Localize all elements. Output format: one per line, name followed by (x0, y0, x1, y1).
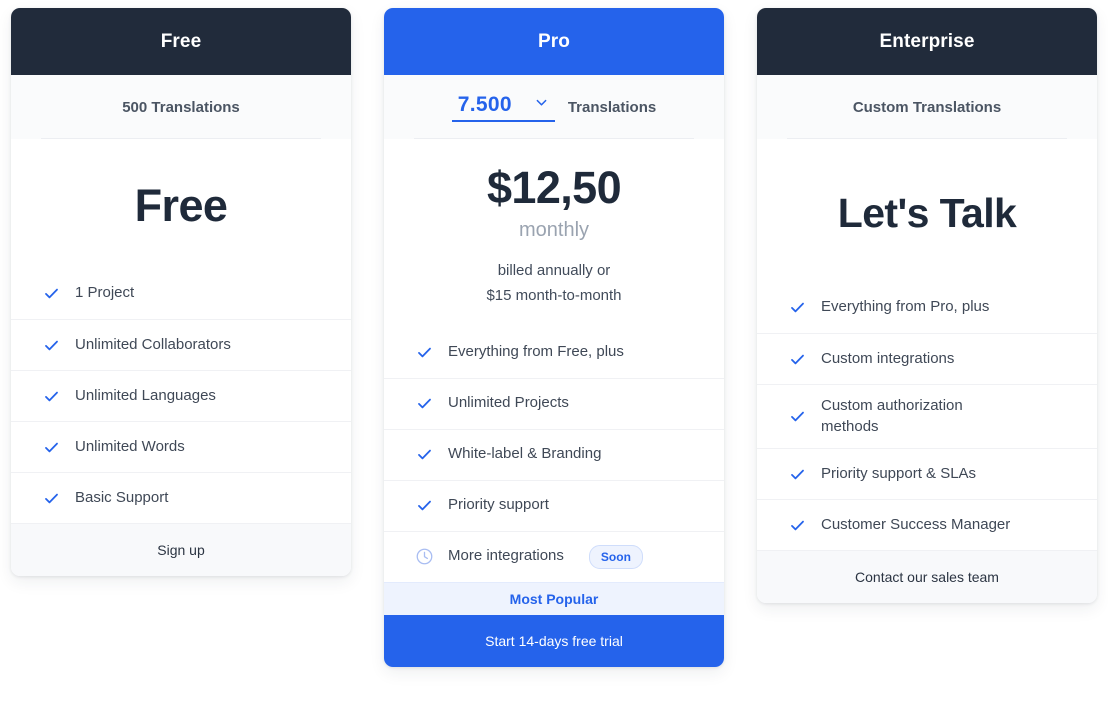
price-note-line-2: $15 month-to-month (486, 286, 622, 304)
plan-header-enterprise: Enterprise (757, 8, 1097, 75)
pricing-card-enterprise: Enterprise Custom Translations Let's Tal… (757, 8, 1097, 603)
list-item: Everything from Free, plus (384, 327, 724, 378)
pricing-card-pro: Pro 7.500 Translations $12,50 monthly bi… (384, 8, 724, 667)
feature-label: 1 Project (75, 284, 135, 302)
check-icon (41, 386, 61, 406)
plan-name-free: Free (160, 30, 202, 52)
price-amount-free: Free (134, 180, 228, 231)
feature-label: More integrations (448, 547, 564, 565)
status-badge: Soon (588, 544, 643, 569)
list-item: Unlimited Collaborators (11, 319, 351, 370)
check-icon (41, 488, 61, 508)
price-note-line-1: billed annually or (497, 262, 611, 279)
list-item: Customer Success Manager (757, 499, 1097, 550)
list-item: Unlimited Words (11, 421, 351, 472)
pricing-card-free: Free 500 Translations Free 1 Project Unl… (11, 8, 351, 576)
contact-sales-button[interactable]: Contact our sales team (757, 550, 1097, 603)
plan-header-pro: Pro (384, 8, 724, 75)
list-item: Priority support & SLAs (757, 448, 1097, 499)
feature-label: Unlimited Languages (75, 386, 216, 404)
feature-label: Priority support (448, 496, 549, 514)
price-block-pro: $12,50 monthly billed annually or $15 mo… (384, 139, 724, 327)
feature-label: Unlimited Collaborators (75, 335, 231, 353)
start-free-trial-button[interactable]: Start 14-days free trial (384, 614, 724, 667)
feature-label: Everything from Pro, plus (821, 298, 990, 316)
plan-name-enterprise: Enterprise (879, 30, 975, 52)
plan-header-free: Free (11, 8, 351, 75)
feature-label: Customer Success Manager (821, 515, 1011, 533)
feature-label: Custom integrations (821, 349, 955, 367)
price-amount-pro: $12,50 (486, 162, 622, 213)
list-item: Priority support (384, 479, 724, 531)
feature-list-free: 1 Project Unlimited Collaborators Unlimi… (11, 268, 351, 523)
check-icon (414, 445, 434, 465)
check-icon (787, 349, 807, 369)
most-popular-banner: Most Popular (384, 581, 724, 615)
check-icon (787, 298, 807, 318)
price-note-pro: billed annually or $15 month-to-month (486, 259, 621, 309)
quota-band-enterprise: Custom Translations (757, 75, 1097, 139)
list-item: Everything from Pro, plus (757, 282, 1097, 333)
list-item: Basic Support (11, 472, 351, 523)
check-icon (41, 284, 61, 304)
feature-list-enterprise: Everything from Pro, plus Custom integra… (757, 282, 1097, 550)
check-icon (787, 407, 807, 427)
feature-label: Unlimited Words (75, 437, 185, 455)
list-item: Custom integrations (757, 333, 1097, 384)
check-icon (787, 515, 807, 535)
quota-band-free: 500 Translations (11, 75, 351, 139)
translations-label-pro: Translations (567, 98, 657, 116)
chevron-down-icon (534, 95, 549, 115)
check-icon (41, 437, 61, 457)
price-amount-enterprise: Let's Talk (837, 190, 1017, 236)
feature-label: Unlimited Projects (448, 394, 569, 412)
translations-quota-value: 7.500 (457, 92, 512, 116)
feature-label: White-label & Branding (448, 445, 602, 463)
list-item: More integrations Soon (384, 530, 724, 582)
price-period-pro: monthly (518, 219, 590, 241)
list-item: 1 Project (11, 268, 351, 319)
quota-text-enterprise: Custom Translations (852, 98, 1002, 116)
feature-label: Priority support & SLAs (821, 464, 977, 482)
list-item: White-label & Branding (384, 428, 724, 480)
plan-name-pro: Pro (538, 30, 570, 52)
price-block-enterprise: Let's Talk (757, 139, 1097, 282)
quota-text-free: 500 Translations (122, 98, 240, 116)
feature-label: Basic Support (75, 488, 169, 506)
list-item: Unlimited Languages (11, 370, 351, 421)
signup-button[interactable]: Sign up (11, 523, 351, 576)
check-icon (787, 464, 807, 484)
clock-icon (414, 547, 434, 567)
feature-label: Custom authorization methods (821, 397, 963, 435)
check-icon (414, 394, 434, 414)
list-item: Unlimited Projects (384, 377, 724, 429)
list-item: Custom authorization methods (757, 384, 1097, 448)
feature-list-pro: Everything from Free, plus Unlimited Pro… (384, 327, 724, 582)
pricing-plans-board: Free 500 Translations Free 1 Project Unl… (0, 0, 1108, 701)
check-icon (41, 335, 61, 355)
price-block-free: Free (11, 139, 351, 268)
check-icon (414, 342, 434, 362)
quota-band-pro: 7.500 Translations (384, 75, 724, 139)
translations-quota-select[interactable]: 7.500 (451, 92, 555, 122)
check-icon (414, 496, 434, 516)
feature-label: Everything from Free, plus (448, 342, 624, 360)
